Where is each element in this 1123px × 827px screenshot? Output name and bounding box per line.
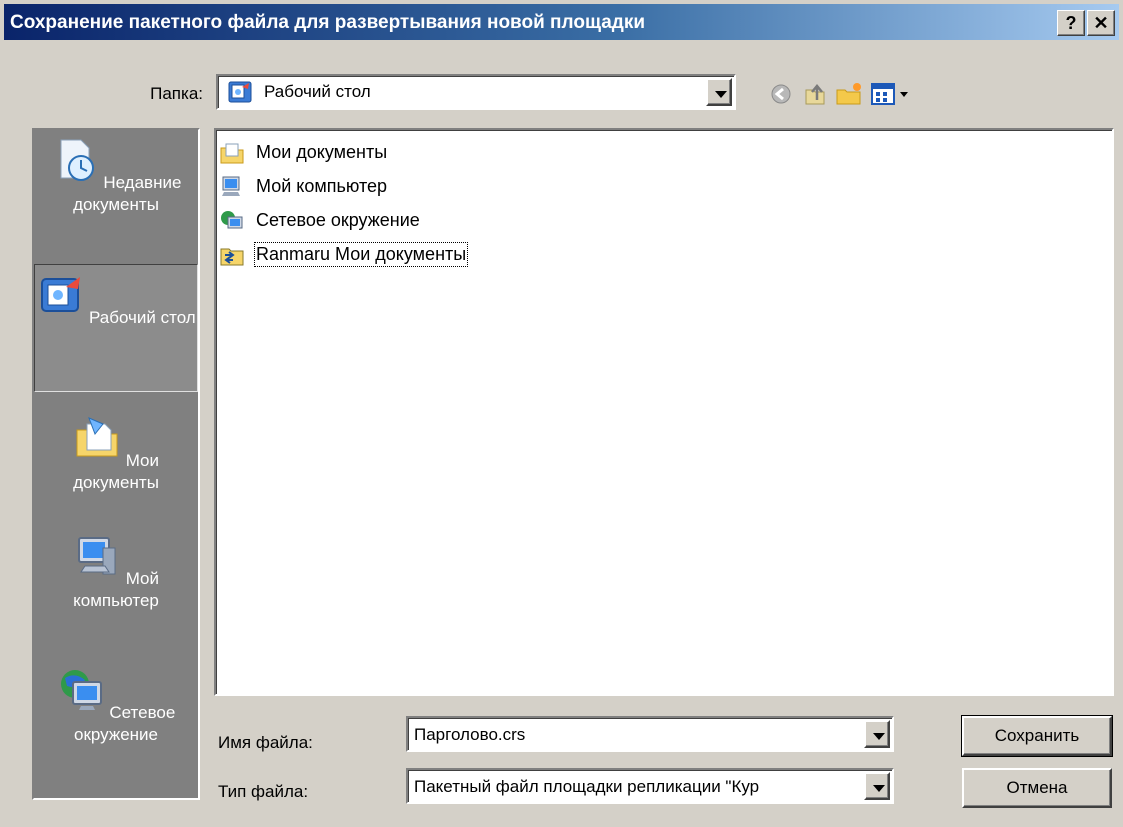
title-bar[interactable]: Сохранение пакетного файла для развертыв…: [4, 4, 1119, 40]
place-desktop[interactable]: Рабочий стол: [34, 264, 198, 392]
help-button[interactable]: ?: [1057, 10, 1085, 36]
filename-dropdown-button[interactable]: [864, 720, 890, 748]
lookin-label: Папка:: [150, 84, 203, 103]
save-button[interactable]: Сохранить: [961, 715, 1113, 757]
places-bar: Недавние документы Рабочий стол Мои доку…: [32, 128, 200, 800]
desktop-icon: [228, 81, 252, 103]
desktop-icon: [41, 277, 81, 312]
new-folder-icon[interactable]: [834, 80, 864, 108]
lookin-combobox[interactable]: Рабочий стол: [216, 74, 736, 110]
lookin-dropdown-button[interactable]: [706, 78, 732, 106]
window-title: Сохранение пакетного файла для развертыв…: [10, 12, 646, 33]
place-my-computer[interactable]: Мой компьютер: [34, 532, 198, 650]
lookin-value: Рабочий стол: [264, 82, 371, 101]
my-documents-icon: [220, 143, 244, 164]
my-documents-icon: [76, 417, 118, 457]
network-icon: [60, 670, 102, 710]
close-icon: ✕: [1093, 13, 1109, 33]
place-desktop-label: Рабочий стол: [89, 308, 196, 327]
cancel-button[interactable]: Отмена: [962, 768, 1112, 808]
close-button[interactable]: ✕: [1087, 10, 1115, 36]
filetype-dropdown-button[interactable]: [864, 772, 890, 800]
filename-input[interactable]: Парголово.crs: [406, 716, 894, 752]
place-network[interactable]: Сетевое окружение: [34, 666, 198, 784]
my-computer-icon: [77, 537, 116, 575]
view-menu-icon[interactable]: [870, 80, 914, 108]
network-icon: [221, 211, 243, 229]
list-item-label: Сетевое окружение: [256, 210, 420, 230]
save-dialog: Сохранение пакетного файла для развертыв…: [0, 0, 1123, 827]
recent-documents-icon: [60, 139, 94, 181]
up-folder-icon[interactable]: [800, 80, 830, 108]
filetype-value: Пакетный файл площадки репликации "Кур: [414, 777, 760, 796]
filename-label: Имя файла:: [218, 733, 313, 752]
list-item-label: Мой компьютер: [256, 176, 388, 196]
shared-folder-icon: [220, 248, 244, 266]
place-my-documents[interactable]: Мои документы: [34, 414, 198, 526]
file-list[interactable]: Мои документы Мой компьютер Сетевое окру…: [214, 128, 1114, 696]
filetype-label: Тип файла:: [218, 782, 309, 801]
list-item-label: Ranmaru Мои документы: [253, 242, 469, 267]
filetype-select[interactable]: Пакетный файл площадки репликации "Кур: [406, 768, 894, 804]
my-computer-icon: [222, 176, 240, 196]
filename-value: Парголово.crs: [414, 725, 526, 744]
place-recent[interactable]: Недавние документы: [34, 136, 198, 264]
back-icon[interactable]: [766, 80, 796, 108]
list-item-label: Мои документы: [256, 142, 388, 162]
